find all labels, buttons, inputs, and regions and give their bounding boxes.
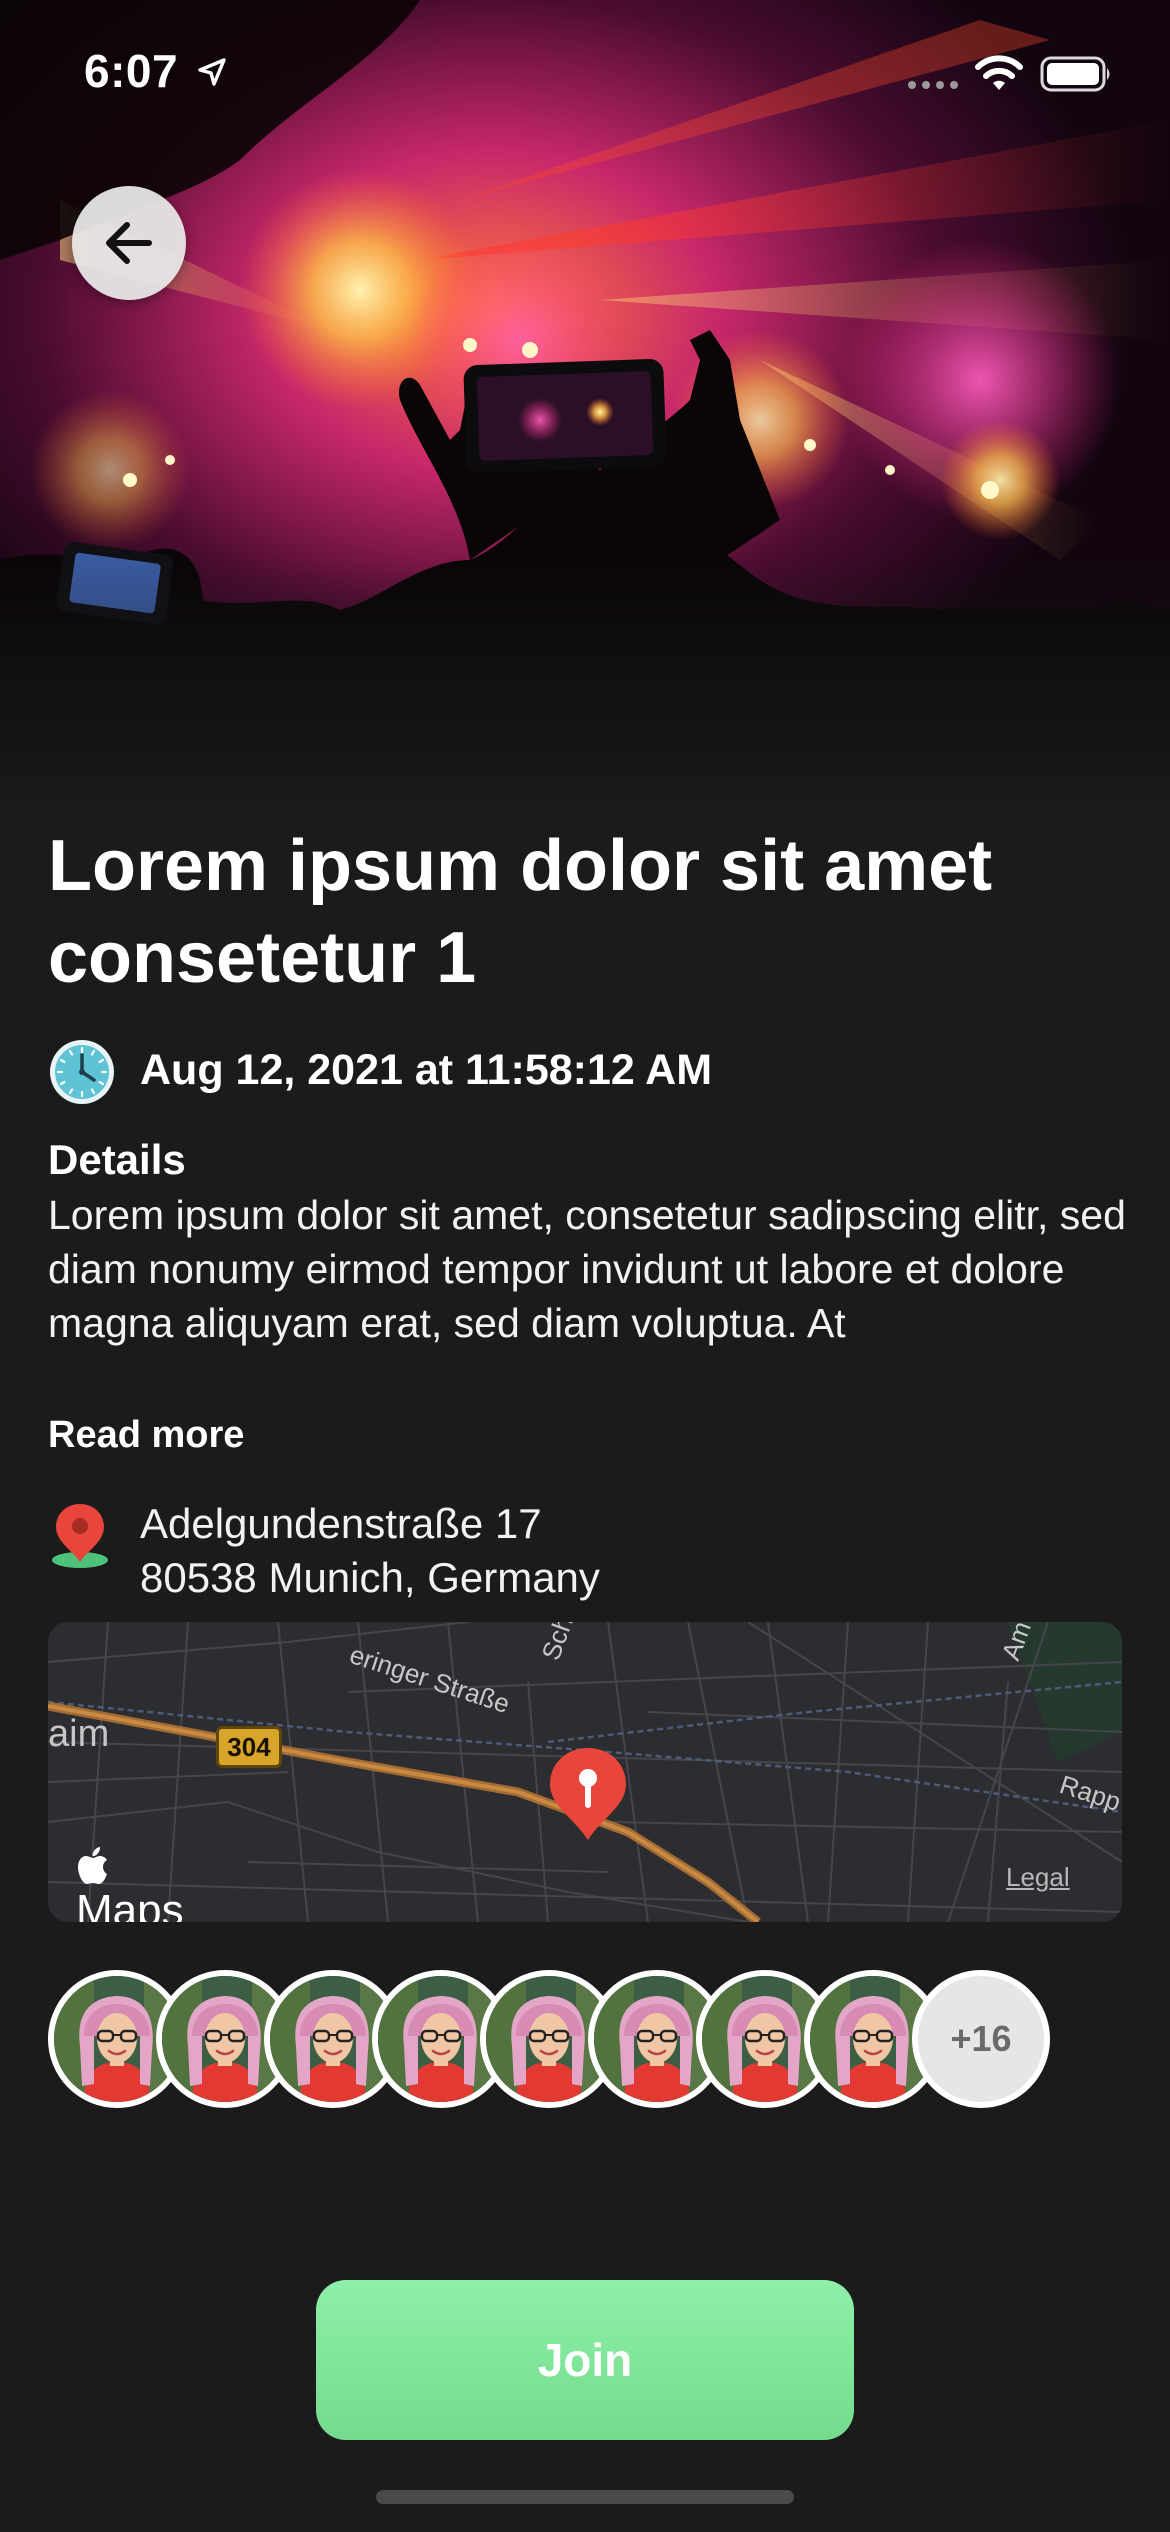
- event-datetime: Aug 12, 2021 at 11:58:12 AM: [140, 1046, 713, 1094]
- more-attendees-badge[interactable]: +16: [912, 1970, 1050, 2108]
- maps-logo-text: Maps: [76, 1886, 184, 1922]
- arrow-left-icon: [106, 222, 152, 264]
- status-time: 6:07: [84, 45, 179, 97]
- read-more-link[interactable]: Read more: [48, 1414, 244, 1457]
- wifi-icon: [975, 55, 1023, 90]
- details-heading: Details: [48, 1136, 186, 1183]
- location-arrow-icon: [198, 58, 226, 86]
- join-button[interactable]: Join: [316, 2280, 854, 2440]
- battery-icon: [1040, 56, 1110, 92]
- map-location-pin-icon: [550, 1748, 626, 1840]
- road-number-badge: 304: [216, 1726, 282, 1768]
- back-button[interactable]: [72, 186, 186, 300]
- address-line-2: 80538 Munich, Germany: [140, 1554, 600, 1601]
- map-pin-icon: [52, 1504, 108, 1568]
- hero-image: 6:07: [0, 0, 1170, 820]
- apple-maps-logo: Maps: [76, 1846, 184, 1922]
- event-title: Lorem ipsum dolor sit amet consetetur 1: [48, 826, 993, 998]
- home-indicator: [376, 2490, 794, 2504]
- apple-icon: [78, 1847, 107, 1884]
- map-label-place: aim: [48, 1713, 109, 1755]
- address-line-1: Adelgundenstraße 17: [140, 1500, 542, 1547]
- details-text: Lorem ipsum dolor sit amet, consetetur s…: [48, 1192, 1126, 1346]
- map-preview[interactable]: aim eringer Straße Scha Am Rapp 304 Maps…: [48, 1622, 1122, 1922]
- attendees-row[interactable]: +16: [48, 1970, 1122, 2110]
- signal-icon: [908, 81, 958, 89]
- status-bar: 6:07: [0, 0, 1170, 140]
- clock-icon: [50, 1040, 114, 1104]
- maps-legal-link[interactable]: Legal: [1006, 1862, 1070, 1893]
